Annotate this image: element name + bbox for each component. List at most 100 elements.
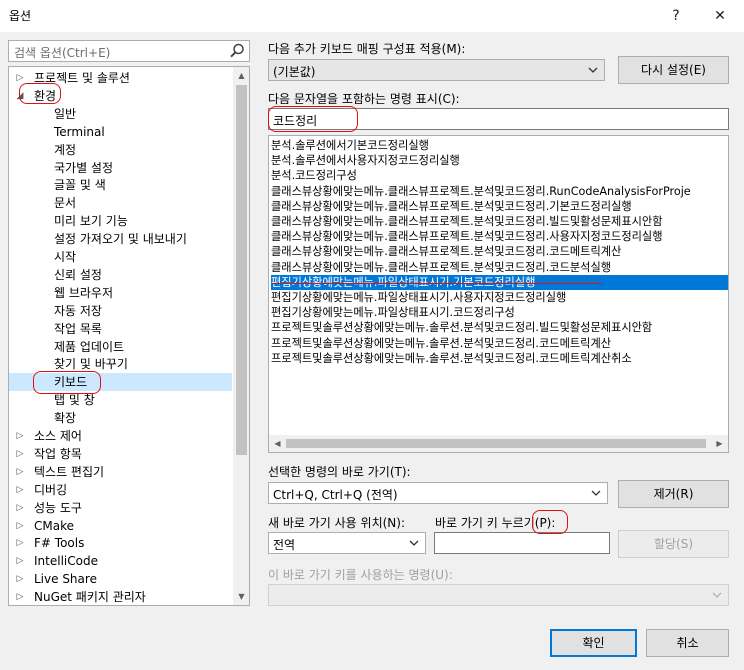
scroll-left-icon[interactable]: ◀ [269, 435, 286, 452]
tree-item[interactable]: 미리 보기 기능 [9, 212, 232, 230]
tree-item[interactable]: ▷ 성능 도구 [9, 499, 232, 517]
collapsed-arrow-icon[interactable]: ▷ [15, 588, 25, 605]
mapping-scheme-select[interactable]: (기본값) [268, 59, 605, 81]
command-list-item[interactable]: 프로젝트및솔루션상황에맞는메뉴.솔루션.분석및코드정리.빌드및활성문제표시안함 [271, 320, 728, 335]
tree-item[interactable]: ▷ 텍스트 편집기 [9, 463, 232, 481]
tree-item[interactable]: 웹 브라우저 [9, 284, 232, 302]
tree-item-label: IntelliCode [34, 554, 98, 569]
collapsed-arrow-icon[interactable]: ▷ [15, 481, 25, 499]
current-shortcuts-label: 선택한 명령의 바로 가기(T): [268, 465, 411, 479]
command-filter-input[interactable]: 코드정리 [268, 108, 729, 130]
window-title: 옵션 [9, 9, 32, 23]
tree-item[interactable]: 글꼴 및 색 [9, 176, 232, 194]
collapsed-arrow-icon[interactable]: ▷ [15, 463, 25, 481]
tree-item-label: F# Tools [34, 536, 85, 551]
tree-item[interactable]: 자동 저장 [9, 302, 232, 320]
tree-item[interactable]: 키보드 [9, 373, 232, 392]
assign-button[interactable]: 할당(S) [618, 530, 729, 558]
current-shortcuts-select[interactable]: Ctrl+Q, Ctrl+Q (전역) [268, 482, 608, 504]
tree-item[interactable]: ▷ IntelliCode [9, 552, 232, 570]
close-button[interactable]: ✕ [706, 3, 734, 29]
tree-item[interactable]: 국가별 설정 [9, 159, 232, 177]
tree-item[interactable]: ▷ Live Share [9, 570, 232, 588]
commands-scroll-thumb[interactable] [286, 439, 706, 448]
tree-item-label: 디버깅 [34, 482, 68, 497]
collapsed-arrow-icon[interactable]: ▷ [15, 517, 25, 535]
command-list-item[interactable]: 클래스뷰상황에맞는메뉴.클래스뷰프로젝트.분석및코드정리.코드메트릭계산 [271, 244, 728, 259]
tree-item[interactable]: 찾기 및 바꾸기 [9, 355, 232, 373]
tree-item-label: 신뢰 설정 [54, 267, 102, 282]
scroll-up-icon[interactable]: ▲ [233, 67, 249, 84]
tree-item[interactable]: ▷ 프로젝트 및 솔루션 [9, 69, 232, 87]
tree-item[interactable]: ▷ F# Tools [9, 534, 232, 552]
tree-item[interactable]: ▷ CMake [9, 517, 232, 535]
tree-item[interactable]: 탭 및 창 [9, 391, 232, 409]
used-by-select[interactable] [268, 584, 729, 606]
search-icon[interactable] [228, 42, 246, 60]
commands-list[interactable]: 분석.솔루션에서기본코드정리실행 분석.솔루션에서사용자지정코드정리실행 분석.코드… [268, 135, 729, 453]
reset-button[interactable]: 다시 설정(E) [618, 56, 729, 84]
collapsed-arrow-icon[interactable]: ▷ [15, 427, 25, 445]
command-list-item[interactable]: 클래스뷰상황에맞는메뉴.클래스뷰프로젝트.분석및코드정리.빌드및활성문제표시안함 [271, 214, 728, 229]
command-list-item[interactable]: 편집기상황에맞는메뉴.파일상태표시기.사용자지정코드정리실행 [271, 290, 728, 305]
tree-scrollbar[interactable]: ▲ ▼ [233, 67, 249, 605]
command-list-item[interactable]: 분석.솔루션에서사용자지정코드정리실행 [271, 153, 728, 168]
chevron-down-icon [712, 592, 722, 598]
mapping-scheme-label: 다음 추가 키보드 매핑 구성표 적용(M): [268, 42, 466, 56]
collapsed-arrow-icon[interactable]: ▷ [15, 534, 25, 552]
tree-item-label: Terminal [54, 124, 105, 139]
command-list-item[interactable]: 프로젝트및솔루션상황에맞는메뉴.솔루션.분석및코드정리.코드메트릭계산 [271, 336, 728, 351]
command-list-item[interactable]: 분석.코드정리구성 [271, 168, 728, 183]
tree-item[interactable]: 시작 [9, 248, 232, 266]
tree-item[interactable]: ▷ NuGet 패키지 관리자 [9, 588, 232, 605]
tree-item[interactable]: 제품 업데이트 [9, 338, 232, 356]
command-list-item[interactable]: 편집기상황에맞는메뉴.파일상태표시기.코드정리구성 [271, 305, 728, 320]
shortcut-scope-select[interactable]: 전역 [268, 532, 426, 554]
tree-item[interactable]: 문서 [9, 194, 232, 212]
commands-hscrollbar[interactable]: ◀ ▶ [269, 435, 728, 452]
collapsed-arrow-icon[interactable]: ▷ [15, 552, 25, 570]
help-button[interactable]: ? [662, 3, 690, 29]
tree-item-label: 국가별 설정 [54, 160, 114, 175]
tree-item-label: 제품 업데이트 [54, 339, 125, 354]
press-keys-input[interactable] [434, 532, 610, 554]
cancel-button[interactable]: 취소 [646, 629, 729, 657]
tree-item[interactable]: ▷ 작업 항목 [9, 445, 232, 463]
highlight-underline [272, 283, 602, 284]
scroll-right-icon[interactable]: ▶ [711, 435, 728, 452]
options-tree[interactable]: ▷ 프로젝트 및 솔루션 ◢ 환경 일반 Terminal 계정 국가별 설정 글꼴 및 색문서… [8, 66, 250, 606]
command-list-item[interactable]: 클래스뷰상황에맞는메뉴.클래스뷰프로젝트.분석및코드정리.사용자지정코드정리실행 [271, 229, 728, 244]
expanded-arrow-icon[interactable]: ◢ [15, 87, 25, 105]
tree-item[interactable]: 신뢰 설정 [9, 266, 232, 284]
command-list-item[interactable]: 분석.솔루션에서기본코드정리실행 [271, 138, 728, 153]
tree-item-label: 프로젝트 및 솔루션 [34, 71, 130, 85]
tree-item[interactable]: ◢ 환경 [9, 87, 232, 105]
command-list-item[interactable]: 프로젝트및솔루션상황에맞는메뉴.솔루션.분석및코드정리.코드메트릭계산취소 [271, 351, 728, 366]
collapsed-arrow-icon[interactable]: ▷ [15, 570, 25, 588]
tree-scroll-thumb[interactable] [236, 85, 247, 455]
tree-item[interactable]: 작업 목록 [9, 320, 232, 338]
remove-button[interactable]: 제거(R) [618, 480, 729, 508]
tree-item[interactable]: ▷ 소스 제어 [9, 427, 232, 445]
tree-item[interactable]: Terminal [9, 123, 232, 141]
tree-item-label: 문서 [54, 196, 77, 211]
command-list-item[interactable]: 클래스뷰상황에맞는메뉴.클래스뷰프로젝트.분석및코드정리.RunCodeAnal… [271, 184, 728, 199]
mapping-scheme-value: (기본값) [273, 65, 316, 79]
scroll-down-icon[interactable]: ▼ [233, 588, 249, 605]
tree-item[interactable]: ▷ 디버깅 [9, 481, 232, 499]
tree-item[interactable]: 설정 가져오기 및 내보내기 [9, 230, 232, 248]
shortcut-scope-label: 새 바로 가기 사용 위치(N): [268, 516, 406, 530]
command-list-item[interactable]: 클래스뷰상황에맞는메뉴.클래스뷰프로젝트.분석및코드정리.기본코드정리실행 [271, 199, 728, 214]
search-options-input[interactable]: 검색 옵션(Ctrl+E) [8, 40, 250, 62]
collapsed-arrow-icon[interactable]: ▷ [15, 445, 25, 463]
command-list-item[interactable]: 클래스뷰상황에맞는메뉴.클래스뷰프로젝트.분석및코드정리.코드분석실행 [271, 260, 728, 275]
tree-item[interactable]: 확장 [9, 409, 232, 427]
tree-item-label: 시작 [54, 250, 77, 264]
collapsed-arrow-icon[interactable]: ▷ [15, 499, 25, 517]
collapsed-arrow-icon[interactable]: ▷ [15, 69, 25, 87]
ok-button[interactable]: 확인 [550, 629, 637, 657]
shortcut-scope-value: 전역 [273, 538, 296, 552]
current-shortcut-value: Ctrl+Q, Ctrl+Q (전역) [273, 488, 398, 502]
tree-item[interactable]: 계정 [9, 141, 232, 159]
tree-item[interactable]: 일반 [9, 105, 232, 123]
